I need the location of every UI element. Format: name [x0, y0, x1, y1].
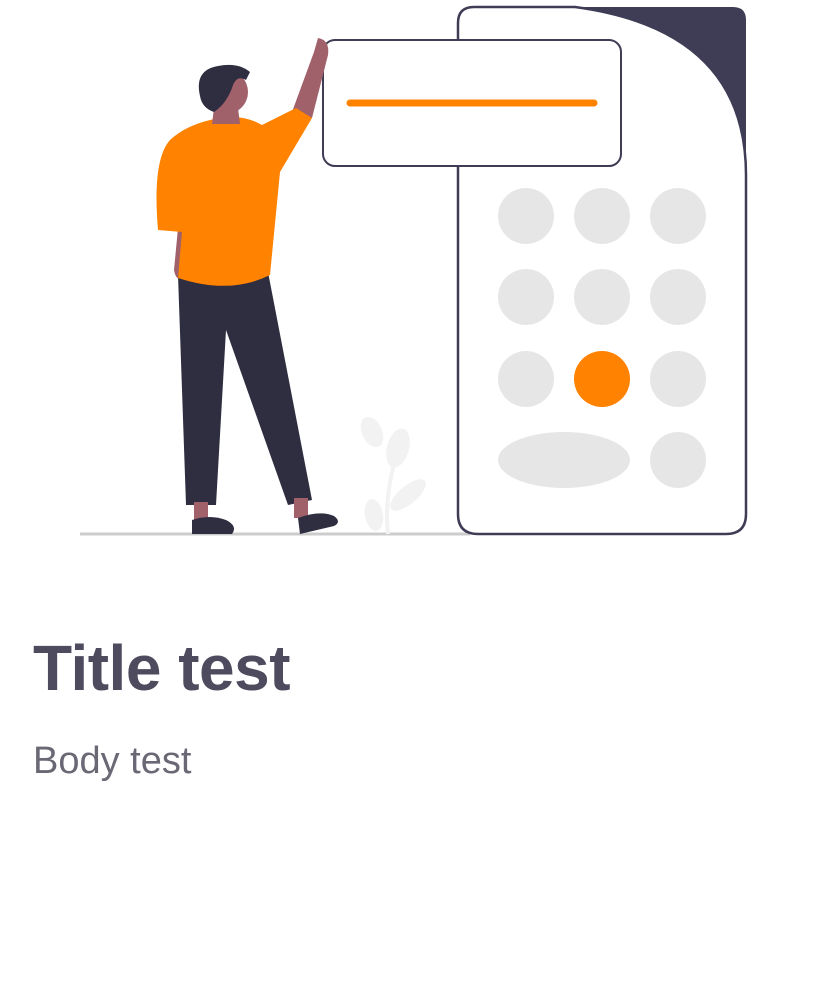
onboarding-illustration: [80, 5, 748, 536]
plant-icon: [360, 416, 426, 535]
page-title: Title test: [33, 632, 291, 704]
calculator-key: [650, 188, 706, 244]
calculator-key: [498, 188, 554, 244]
calculator-key-wide: [498, 432, 630, 488]
calculator-key: [498, 269, 554, 325]
calculator-display: [322, 39, 622, 167]
calculator-key: [650, 269, 706, 325]
person-figure: [156, 38, 338, 534]
body-text: Body test: [33, 740, 192, 782]
calculator-key-highlighted: [574, 351, 630, 407]
calculator-key: [574, 269, 630, 325]
calculator-key: [498, 351, 554, 407]
calculator-key: [650, 432, 706, 488]
calculator-key: [574, 188, 630, 244]
calculator-key: [650, 351, 706, 407]
